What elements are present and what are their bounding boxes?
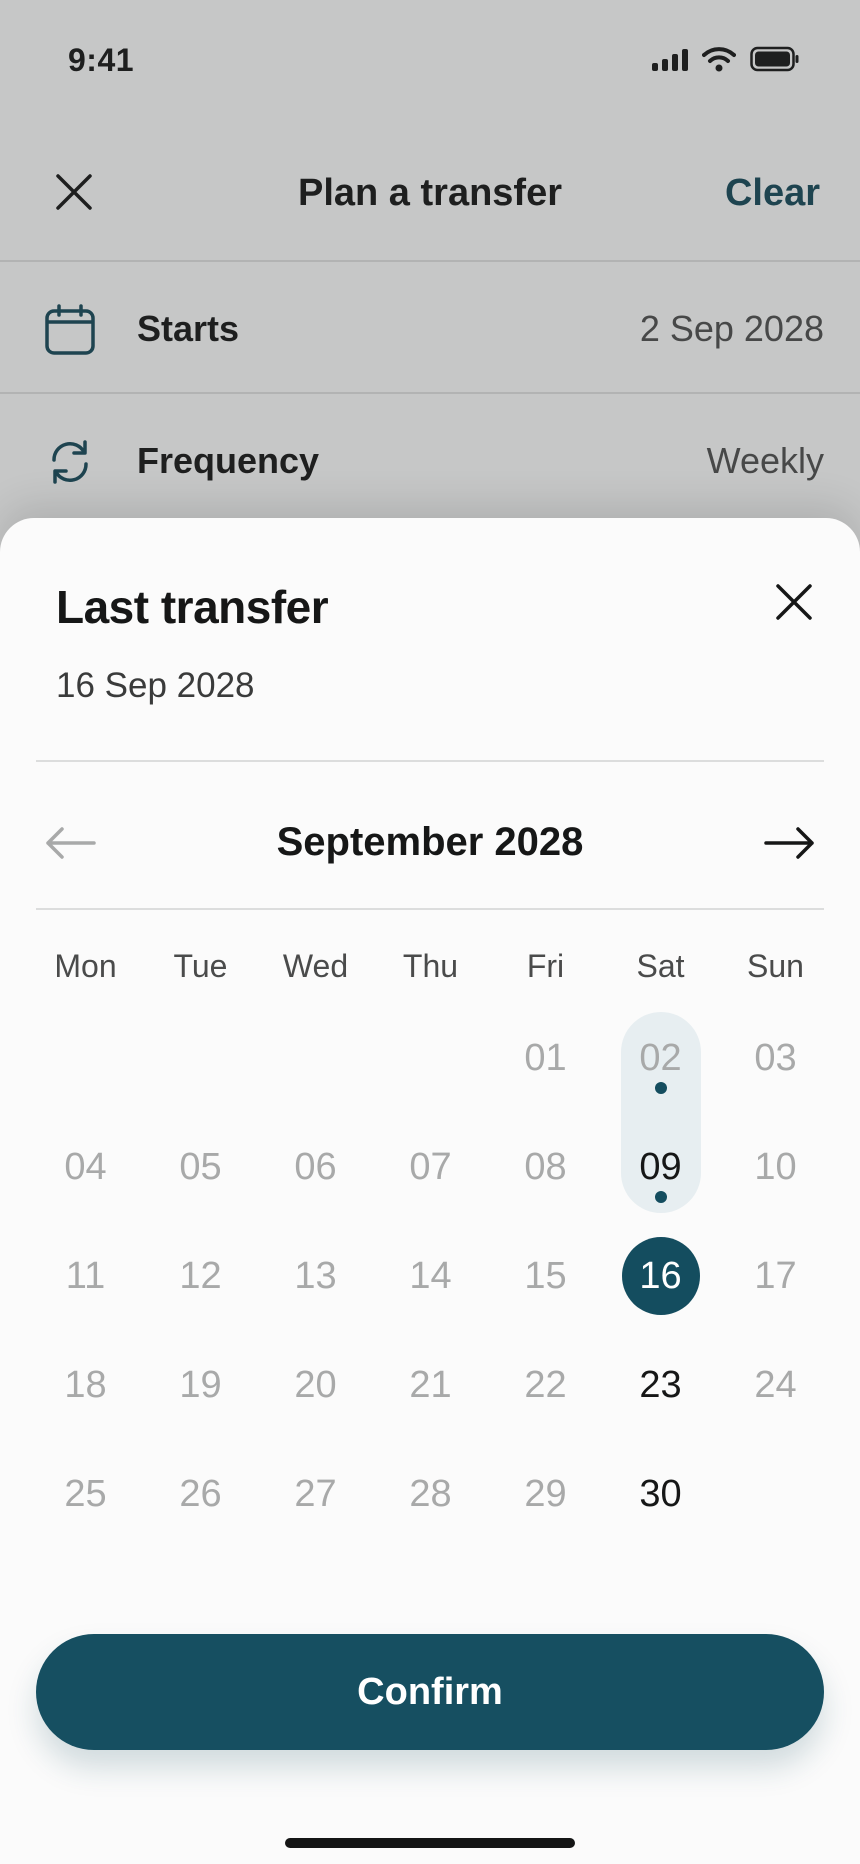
weekday-label: Sat xyxy=(636,948,685,984)
status-icons xyxy=(652,46,800,72)
clear-button[interactable]: Clear xyxy=(725,172,820,215)
calendar-day: 06 xyxy=(294,1146,337,1188)
frequency-label: Frequency xyxy=(137,440,320,481)
weekday-label: Tue xyxy=(173,948,228,984)
calendar-day: 14 xyxy=(409,1255,452,1297)
selected-date: 16 Sep 2028 xyxy=(56,666,255,705)
wifi-icon xyxy=(702,47,736,72)
calendar-day: 27 xyxy=(294,1473,337,1515)
calendar-day: 26 xyxy=(179,1473,222,1515)
frequency-row[interactable]: Frequency Weekly xyxy=(0,394,860,524)
calendar-day: 25 xyxy=(64,1473,107,1515)
calendar-day: 19 xyxy=(179,1364,222,1406)
cellular-signal-icon xyxy=(652,47,688,71)
scheduled-dot xyxy=(654,1082,667,1094)
status-bar: 9:41 xyxy=(0,0,860,130)
battery-icon xyxy=(750,46,799,72)
weekday-label: Mon xyxy=(54,948,117,984)
calendar-day-selected[interactable]: 16 xyxy=(621,1237,700,1315)
month-title: September 2028 xyxy=(276,820,584,864)
calendar-day: 17 xyxy=(754,1255,797,1297)
weekday-label: Fri xyxy=(526,948,565,984)
weekday-label: Wed xyxy=(282,948,349,984)
divider xyxy=(36,760,824,762)
calendar-day: 20 xyxy=(294,1364,337,1406)
calendar-day: 04 xyxy=(64,1146,107,1188)
frequency-value: Weekly xyxy=(706,440,824,481)
calendar-grid: 01 02 03 04 05 06 07 08 09 10 11 12 13 14 15 16 17 18 19 20… xyxy=(28,1012,832,1578)
calendar-day[interactable]: 30 xyxy=(603,1454,718,1534)
scheduled-dot xyxy=(654,1191,667,1203)
calendar-day: 12 xyxy=(179,1255,222,1297)
starts-label: Starts xyxy=(137,308,240,349)
calendar-day: 21 xyxy=(409,1364,452,1406)
confirm-button[interactable]: Confirm xyxy=(36,1634,824,1750)
arrow-right-icon[interactable] xyxy=(764,825,816,861)
repeat-icon xyxy=(52,440,88,484)
calendar-day: 07 xyxy=(409,1146,452,1188)
calendar-day: 01 xyxy=(524,1037,567,1079)
calendar-day: 28 xyxy=(409,1473,452,1515)
close-icon[interactable] xyxy=(772,580,816,624)
calendar-day: 24 xyxy=(754,1364,797,1406)
weekday-header: Mon Tue Wed Thu Fri Sat Sun xyxy=(28,948,832,998)
weekday-label: Sun xyxy=(747,948,804,984)
starts-value: 2 Sep 2028 xyxy=(639,308,824,349)
calendar-day: 10 xyxy=(754,1146,797,1188)
weekday-label: Thu xyxy=(402,948,459,984)
nav-bar: Plan a transfer Clear xyxy=(0,130,860,262)
calendar-day: 22 xyxy=(524,1364,567,1406)
calendar-day: 08 xyxy=(524,1146,567,1188)
calendar-day: 13 xyxy=(294,1255,337,1297)
calendar-day: 11 xyxy=(65,1255,106,1297)
calendar-day[interactable]: 23 xyxy=(603,1345,718,1425)
calendar-day: 03 xyxy=(754,1037,797,1079)
calendar-day: 15 xyxy=(524,1255,567,1297)
calendar-day: 18 xyxy=(64,1364,107,1406)
starts-row[interactable]: Starts 2 Sep 2028 xyxy=(0,262,860,394)
divider xyxy=(36,908,824,910)
status-time: 9:41 xyxy=(68,42,135,78)
calendar-day: 29 xyxy=(524,1473,567,1515)
calendar-day: 05 xyxy=(179,1146,222,1188)
sheet-title: Last transfer xyxy=(56,581,329,633)
calendar-icon xyxy=(45,304,95,355)
last-transfer-sheet: Last transfer 16 Sep 2028 September 2028… xyxy=(0,518,860,1864)
home-indicator xyxy=(285,1838,575,1848)
